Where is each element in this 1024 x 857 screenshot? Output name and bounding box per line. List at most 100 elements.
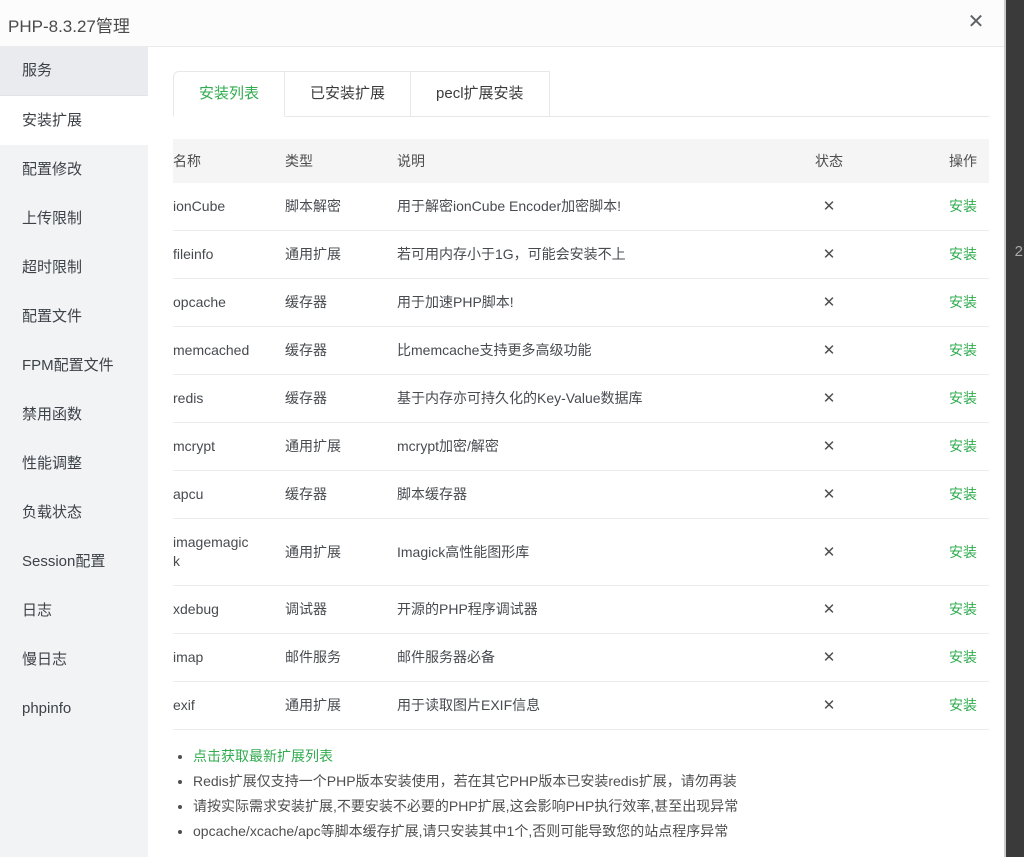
extension-type: 邮件服务	[285, 634, 397, 682]
main-content: 安装列表已安装扩展pecl扩展安装 名称 类型 说明 状态 操作	[148, 47, 1004, 857]
extension-name: fileinfo	[173, 231, 285, 279]
status-cross-icon: ✕	[823, 342, 836, 359]
table-row: memcached 缓存器 比memcache支持更多高级功能 ✕ 安装	[173, 327, 989, 375]
install-link[interactable]: 安装	[949, 198, 977, 214]
table-row: imap 邮件服务 邮件服务器必备 ✕ 安装	[173, 634, 989, 682]
extension-name: imap	[173, 634, 285, 682]
install-link[interactable]: 安装	[949, 438, 977, 454]
background-page-strip: 2	[1004, 0, 1024, 857]
install-link[interactable]: 安装	[949, 544, 977, 560]
extension-type: 缓存器	[285, 327, 397, 375]
status-cross-icon: ✕	[823, 486, 836, 503]
status-cross-icon: ✕	[823, 246, 836, 263]
tab[interactable]: pecl扩展安装	[410, 71, 550, 116]
extension-desc: 基于内存亦可持久化的Key-Value数据库	[397, 375, 774, 423]
sidebar-item[interactable]: 服务	[0, 47, 148, 96]
close-button[interactable]: ✕	[962, 8, 990, 36]
sidebar-item[interactable]: 配置修改	[0, 145, 148, 194]
note-item: opcache/xcache/apc等脚本缓存扩展,请只安装其中1个,否则可能导…	[193, 819, 989, 843]
notes-list: 点击获取最新扩展列表 Redis扩展仅支持一个PHP版本安装使用，若在其它PHP…	[173, 744, 989, 843]
extension-name: imagemagick	[173, 519, 285, 586]
extension-desc: 若可用内存小于1G，可能会安装不上	[397, 231, 774, 279]
extension-type: 通用扩展	[285, 519, 397, 586]
extension-type: 缓存器	[285, 279, 397, 327]
install-link[interactable]: 安装	[949, 246, 977, 262]
tab[interactable]: 已安装扩展	[284, 71, 411, 116]
column-header-type: 类型	[285, 139, 397, 183]
extension-desc: Imagick高性能图形库	[397, 519, 774, 586]
install-link[interactable]: 安装	[949, 486, 977, 502]
extension-type: 通用扩展	[285, 423, 397, 471]
extension-desc: 邮件服务器必备	[397, 634, 774, 682]
sidebar-item[interactable]: 安装扩展	[0, 96, 148, 145]
extension-desc: 比memcache支持更多高级功能	[397, 327, 774, 375]
status-cross-icon: ✕	[823, 544, 836, 561]
extension-desc: 用于加速PHP脚本!	[397, 279, 774, 327]
extension-desc: 开源的PHP程序调试器	[397, 586, 774, 634]
sidebar-item[interactable]: 超时限制	[0, 243, 148, 292]
table-row: apcu 缓存器 脚本缓存器 ✕ 安装	[173, 471, 989, 519]
extension-name: exif	[173, 682, 285, 730]
dialog-header: PHP-8.3.27管理 ✕	[0, 0, 1004, 47]
sidebar: 服务安装扩展配置修改上传限制超时限制配置文件FPM配置文件禁用函数性能调整负载状…	[0, 47, 148, 857]
extension-name: redis	[173, 375, 285, 423]
tab-bar: 安装列表已安装扩展pecl扩展安装	[173, 71, 989, 117]
extension-name: memcached	[173, 327, 285, 375]
sidebar-item[interactable]: phpinfo	[0, 684, 148, 733]
extension-name: apcu	[173, 471, 285, 519]
extension-name: mcrypt	[173, 423, 285, 471]
column-header-status: 状态	[774, 139, 884, 183]
table-header: 名称 类型 说明 状态 操作	[173, 139, 989, 183]
extension-type: 通用扩展	[285, 682, 397, 730]
extension-type: 缓存器	[285, 471, 397, 519]
table-row: mcrypt 通用扩展 mcrypt加密/解密 ✕ 安装	[173, 423, 989, 471]
install-link[interactable]: 安装	[949, 649, 977, 665]
php-manage-dialog: PHP-8.3.27管理 ✕ 服务安装扩展配置修改上传限制超时限制配置文件FPM…	[0, 0, 1004, 857]
extension-desc: 用于解密ionCube Encoder加密脚本!	[397, 183, 774, 231]
extension-name: opcache	[173, 279, 285, 327]
column-header-name: 名称	[173, 139, 285, 183]
sidebar-item[interactable]: FPM配置文件	[0, 341, 148, 390]
column-header-desc: 说明	[397, 139, 774, 183]
close-icon: ✕	[968, 11, 985, 33]
install-link[interactable]: 安装	[949, 601, 977, 617]
extension-type: 通用扩展	[285, 231, 397, 279]
status-cross-icon: ✕	[823, 198, 836, 215]
install-link[interactable]: 安装	[949, 390, 977, 406]
sidebar-item[interactable]: 上传限制	[0, 194, 148, 243]
install-link[interactable]: 安装	[949, 342, 977, 358]
extension-desc: mcrypt加密/解密	[397, 423, 774, 471]
sidebar-item[interactable]: 慢日志	[0, 635, 148, 684]
sidebar-item[interactable]: Session配置	[0, 537, 148, 586]
extension-type: 脚本解密	[285, 183, 397, 231]
dialog-body: 服务安装扩展配置修改上传限制超时限制配置文件FPM配置文件禁用函数性能调整负载状…	[0, 47, 1004, 857]
status-cross-icon: ✕	[823, 601, 836, 618]
table-row: fileinfo 通用扩展 若可用内存小于1G，可能会安装不上 ✕ 安装	[173, 231, 989, 279]
table-row: opcache 缓存器 用于加速PHP脚本! ✕ 安装	[173, 279, 989, 327]
dialog-title: PHP-8.3.27管理	[8, 12, 130, 37]
tab[interactable]: 安装列表	[173, 71, 285, 117]
install-link[interactable]: 安装	[949, 294, 977, 310]
table-row: exif 通用扩展 用于读取图片EXIF信息 ✕ 安装	[173, 682, 989, 730]
sidebar-item[interactable]: 禁用函数	[0, 390, 148, 439]
install-link[interactable]: 安装	[949, 697, 977, 713]
extension-desc: 用于读取图片EXIF信息	[397, 682, 774, 730]
sidebar-item[interactable]: 负载状态	[0, 488, 148, 537]
status-cross-icon: ✕	[823, 438, 836, 455]
background-partial-text: 2	[1015, 243, 1023, 260]
status-cross-icon: ✕	[823, 649, 836, 666]
sidebar-item[interactable]: 性能调整	[0, 439, 148, 488]
extension-table: 名称 类型 说明 状态 操作 ionCube 脚本解密 用于解密ionCube …	[173, 139, 989, 730]
status-cross-icon: ✕	[823, 294, 836, 311]
sidebar-item[interactable]: 配置文件	[0, 292, 148, 341]
status-cross-icon: ✕	[823, 697, 836, 714]
extension-desc: 脚本缓存器	[397, 471, 774, 519]
column-header-action: 操作	[884, 139, 989, 183]
note-refresh-list: 点击获取最新扩展列表	[193, 744, 989, 768]
refresh-extension-list-link[interactable]: 点击获取最新扩展列表	[193, 748, 333, 764]
extension-type: 调试器	[285, 586, 397, 634]
sidebar-item[interactable]: 日志	[0, 586, 148, 635]
table-body: ionCube 脚本解密 用于解密ionCube Encoder加密脚本! ✕ …	[173, 183, 989, 730]
extension-type: 缓存器	[285, 375, 397, 423]
table-row: imagemagick 通用扩展 Imagick高性能图形库 ✕ 安装	[173, 519, 989, 586]
